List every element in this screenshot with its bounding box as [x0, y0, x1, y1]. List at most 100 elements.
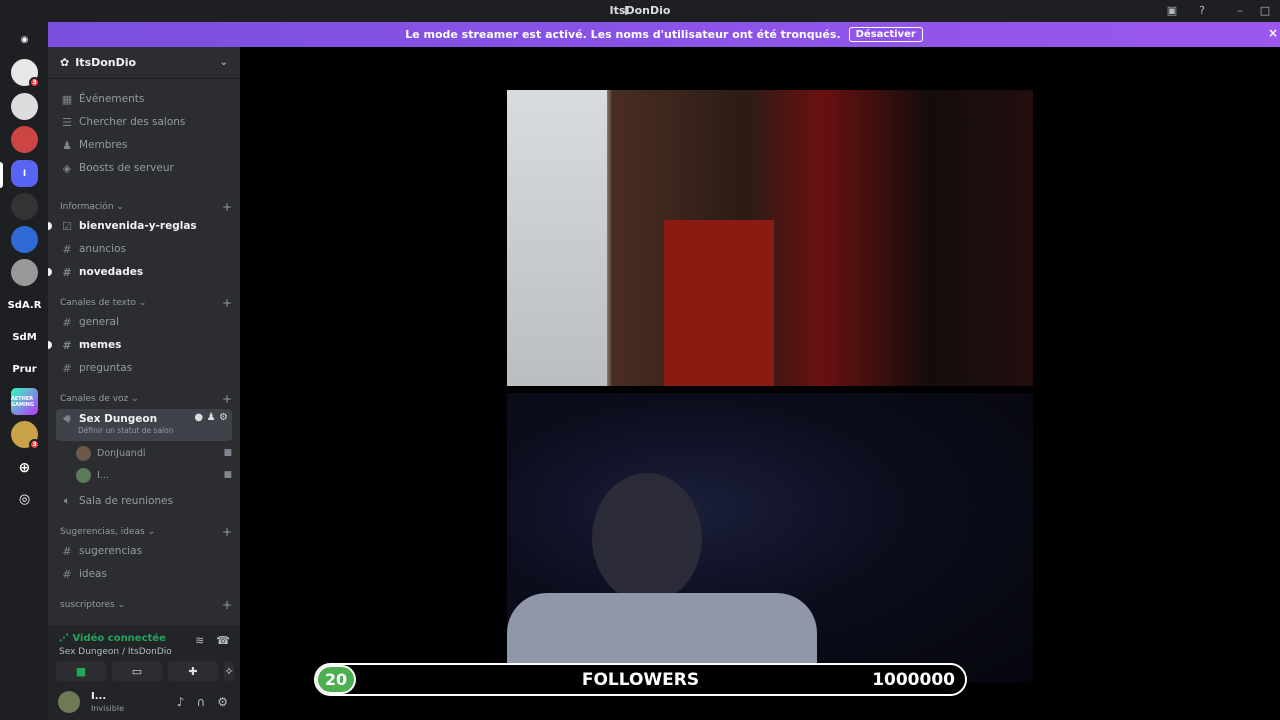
server-header[interactable]: ✿ ItsDonDio ⌄ — [48, 47, 240, 79]
menu-members[interactable]: ♟ Membres — [56, 135, 232, 155]
discord-home-icon[interactable]: ◉ — [11, 26, 38, 53]
unread-indicator — [48, 222, 52, 230]
gamepad-icon: ✚ — [188, 664, 198, 678]
username: I... — [91, 691, 107, 702]
category-text[interactable]: Canales de texto ⌄ + — [56, 293, 232, 313]
channel-general[interactable]: # general — [56, 312, 232, 332]
voice-channel-actions: ● ♟ ⚙ — [194, 412, 228, 423]
unread-indicator — [48, 268, 52, 276]
menu-browse[interactable]: ☰ Chercher des salons — [56, 112, 232, 132]
add-channel-icon[interactable]: + — [222, 598, 232, 612]
add-channel-icon[interactable]: + — [222, 296, 232, 310]
camera-icon: ■ — [75, 664, 87, 678]
server-icon[interactable]: 3 — [11, 59, 40, 88]
camera-icon: ■ — [223, 470, 232, 480]
hash-icon: # — [62, 265, 72, 279]
settings-icon[interactable]: ⚙ — [219, 412, 228, 423]
server-icon[interactable] — [11, 193, 38, 220]
channel-anuncios[interactable]: # anuncios — [56, 239, 232, 259]
hash-icon: # — [62, 315, 72, 329]
chat-icon[interactable]: ● — [194, 412, 203, 423]
speaker-icon: 🔊︎ — [63, 412, 71, 425]
category-info[interactable]: Información ⌄ + — [56, 197, 232, 217]
category-suggestions[interactable]: Sugerencias, ideas ⌄ + — [56, 522, 232, 542]
channel-preguntas[interactable]: # preguntas — [56, 358, 232, 378]
hash-icon: # — [62, 242, 72, 256]
follower-goal: 1000000 — [872, 669, 955, 690]
channel-sugerencias[interactable]: # sugerencias — [56, 541, 232, 561]
channel-bienvenida[interactable]: ☑ bienvenida-y-reglas — [48, 216, 232, 236]
server-icon[interactable]: SdA.R — [8, 292, 42, 319]
server-icon[interactable]: Prur — [11, 356, 38, 383]
voice-location[interactable]: Sex Dungeon / ItsDonDio — [59, 647, 172, 657]
server-list: ◉ 3 I SdA.R SdM Prur AETHER GAMING 3 ⊕ ◎ — [0, 22, 48, 720]
soundboard-icon: ✧ — [224, 664, 234, 678]
hash-icon: # — [62, 361, 72, 375]
disable-streamer-button[interactable]: Désactiver — [848, 27, 923, 42]
voice-connection-panel: ⋰ Vidéo connectée Sex Dungeon / ItsDonDi… — [48, 626, 240, 686]
maximize-button[interactable]: □ — [1257, 3, 1273, 19]
server-icon[interactable]: SdM — [11, 324, 38, 351]
channel-novedades[interactable]: # novedades — [48, 262, 232, 282]
add-server-icon[interactable]: ⊕ — [11, 454, 38, 481]
list-icon: ☰ — [62, 115, 72, 129]
title-bar: ItsDonDio ▣ ? – □ — [0, 0, 1280, 22]
inbox-icon[interactable]: ▣ — [1164, 3, 1180, 19]
voice-member[interactable]: DonJuandi ■ — [76, 443, 232, 463]
server-icon[interactable] — [11, 126, 38, 153]
rules-icon: ☑ — [62, 219, 72, 233]
streamer-mode-banner: Le mode streamer est activé. Les noms d'… — [48, 22, 1280, 47]
close-icon[interactable]: × — [1268, 26, 1278, 40]
selected-indicator — [0, 162, 3, 188]
headphones-icon[interactable]: ∩ — [196, 695, 205, 709]
menu-events[interactable]: ▦ Événements — [56, 89, 232, 109]
channel-ideas[interactable]: # ideas — [56, 564, 232, 584]
members-icon: ♟ — [62, 138, 72, 152]
soundboard-button[interactable]: ✧ — [224, 661, 234, 681]
server-icon[interactable] — [11, 93, 38, 120]
server-icon[interactable]: AETHER GAMING — [11, 388, 38, 415]
voice-channel-sala[interactable]: 🔈︎ Sala de reuniones — [56, 491, 232, 511]
channel-memes[interactable]: # memes — [48, 335, 232, 355]
add-channel-icon[interactable]: + — [222, 200, 232, 214]
screen-share-icon: ▭ — [131, 664, 143, 678]
window-title: ItsDonDio — [609, 4, 671, 17]
menu-boosts[interactable]: ◈ Boosts de serveur — [56, 158, 232, 178]
noise-suppression-icon[interactable]: ≋ — [195, 634, 204, 647]
server-icon[interactable] — [11, 226, 38, 253]
microphone-icon[interactable]: ♪ — [177, 695, 185, 709]
voice-status: ⋰ Vidéo connectée — [59, 633, 166, 644]
chevron-down-icon: ⌄ — [219, 57, 228, 68]
video-tile[interactable] — [507, 90, 1033, 386]
follower-label: FOLLOWERS — [581, 669, 700, 690]
add-channel-icon[interactable]: + — [222, 392, 232, 406]
avatar — [76, 467, 91, 483]
camera-button[interactable]: ■ — [56, 661, 106, 681]
video-frame — [507, 90, 607, 386]
invite-icon[interactable]: ♟ — [207, 412, 216, 423]
add-channel-icon[interactable]: + — [222, 525, 232, 539]
settings-icon[interactable]: ⚙ — [217, 695, 228, 709]
video-tile[interactable] — [507, 393, 1033, 683]
server-icon[interactable]: I — [11, 160, 38, 187]
category-voice[interactable]: Canales de voz ⌄ + — [56, 389, 232, 409]
category-subs[interactable]: suscriptores ⌄ + — [56, 595, 232, 615]
help-icon[interactable]: ? — [1194, 3, 1210, 19]
voice-status-link[interactable]: Définir un statut de salon — [60, 426, 232, 435]
voice-member[interactable]: I... ■ — [76, 465, 232, 485]
server-icon[interactable]: 3 — [11, 421, 40, 450]
mention-badge: 3 — [29, 439, 40, 450]
user-status: Invisible — [91, 704, 124, 713]
explore-icon[interactable]: ◎ — [11, 486, 38, 513]
avatar[interactable] — [58, 691, 80, 713]
mention-badge: 3 — [29, 77, 40, 88]
disconnect-icon[interactable]: ☎ — [216, 634, 230, 647]
minimize-button[interactable]: – — [1232, 3, 1248, 19]
video-stage: 20 FOLLOWERS 1000000 — [240, 47, 1280, 720]
server-icon[interactable] — [11, 259, 38, 286]
video-frame — [664, 220, 774, 386]
activity-button[interactable]: ✚ — [168, 661, 218, 681]
voice-channel-active[interactable]: 🔊︎ Sex Dungeon Définir un statut de salon… — [56, 409, 232, 441]
user-panel: I... Invisible ♪ ∩ ⚙ — [48, 686, 240, 720]
screen-share-button[interactable]: ▭ — [112, 661, 162, 681]
